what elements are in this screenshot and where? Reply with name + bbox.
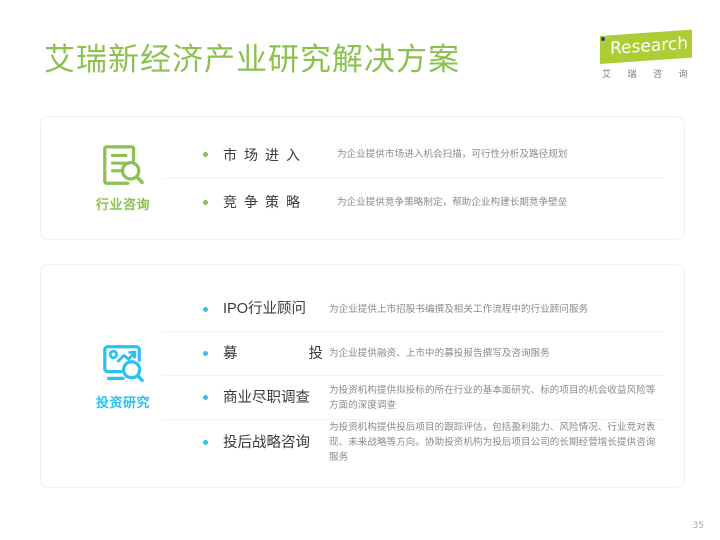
list-item-description: 为企业提供市场进入机会扫描，可行性分析及路径规划 (337, 149, 568, 160)
page-title: 艾瑞新经济产业研究解决方案 (44, 42, 460, 77)
card-investment-research: 投资研究 IPO行业顾问 为企业提供上市招股书编撰及相关工作流程中的行业顾问服务… (40, 264, 685, 488)
list-item-title-left: 募 (223, 345, 238, 362)
card-industry-consulting: 行业咨询 市场进入 为企业提供市场进入机会扫描，可行性分析及路径规划 竞争策略 … (40, 116, 685, 240)
list-item[interactable]: 投后战略咨询 为投资机构提供投后项目的跟踪评估，包括盈利能力、风险情况、行业竞对… (163, 419, 664, 465)
list-item-title: 募 投 (223, 344, 323, 364)
card-industry-rows: 市场进入 为企业提供市场进入机会扫描，可行性分析及路径规划 竞争策略 为企业提供… (163, 117, 664, 239)
list-item-description: 为投资机构提供拟投标的所在行业的基本面研究、标的项目的机会收益风险等方面的深度调… (329, 384, 656, 411)
list-item-description: 为投资机构提供投后项目的跟踪评估，包括盈利能力、风险情况、行业竞对表现、未来战略… (329, 422, 656, 463)
list-item-title: 商业尽职调查 (223, 389, 310, 406)
logo-chinese-name: 艾 瑞 咨 询 (602, 69, 695, 79)
list-item-description: 为企业提供竞争策略制定，帮助企业构建长期竞争壁垒 (337, 196, 568, 208)
document-search-icon (100, 143, 146, 189)
list-item[interactable]: 商业尽职调查 为投资机构提供拟投标的所在行业的基本面研究、标的项目的机会收益风险… (163, 375, 664, 419)
bullet-icon (203, 199, 208, 205)
list-item-title: 投后战略咨询 (223, 434, 310, 451)
card-invest-label: 投资研究 (95, 395, 150, 410)
logo-mark: Research (586, 29, 692, 66)
iresearch-logo: Research 艾 瑞 咨 询 (586, 29, 695, 84)
list-item-title-right: 投 (308, 345, 324, 362)
bullet-icon (203, 440, 208, 445)
bullet-icon (203, 152, 208, 157)
bullet-icon (203, 395, 208, 400)
list-item-title: 竞争策略 (223, 194, 307, 210)
slide-header: 艾瑞新经济产业研究解决方案 Research 艾 瑞 咨 询 (0, 0, 720, 110)
page-number: 35 (692, 521, 704, 531)
bullet-icon (203, 351, 208, 356)
list-item[interactable]: 市场进入 为企业提供市场进入机会扫描，可行性分析及路径规划 (163, 131, 664, 178)
list-item-description: 为企业提供上市招股书编撰及相关工作流程中的行业顾问服务 (329, 303, 589, 315)
chart-search-icon (100, 341, 146, 387)
list-item[interactable]: 竞争策略 为企业提供竞争策略制定，帮助企业构建长期竞争壁垒 (163, 178, 664, 225)
logo-i-dot-icon (601, 37, 605, 41)
list-item[interactable]: 募 投 为企业提供融资、上市中的募投报告撰写及咨询服务 (163, 331, 664, 375)
logo-i-stem-icon (601, 43, 605, 58)
list-item-title: IPO行业顾问 (223, 301, 306, 317)
card-invest-rows: IPO行业顾问 为企业提供上市招股书编撰及相关工作流程中的行业顾问服务 募 投 … (163, 265, 664, 487)
card-industry-label: 行业咨询 (95, 197, 150, 212)
bullet-icon (203, 306, 208, 312)
list-item-title: 市场进入 (223, 146, 307, 163)
list-item[interactable]: IPO行业顾问 为企业提供上市招股书编撰及相关工作流程中的行业顾问服务 (163, 287, 664, 331)
list-item-description: 为企业提供融资、上市中的募投报告撰写及咨询服务 (329, 348, 550, 359)
